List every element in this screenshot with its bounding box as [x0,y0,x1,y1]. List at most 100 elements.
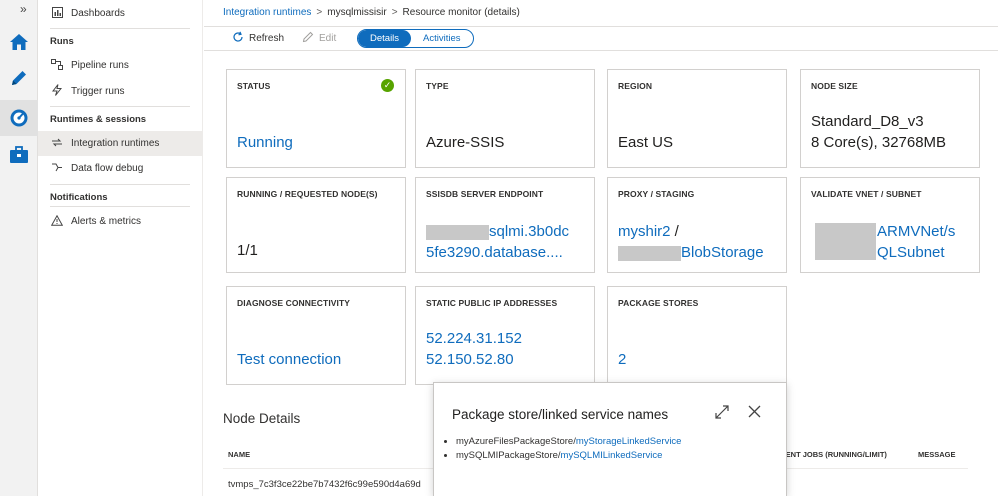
sidebar-divider [50,28,190,29]
linked-service-list: myAzureFilesPackageStore/myStorageLinked… [456,435,681,463]
test-connection-link[interactable]: Test connection [237,349,341,370]
close-icon[interactable] [748,405,761,422]
card-label: TYPE [426,81,449,91]
card-label: STATIC PUBLIC IP ADDRESSES [426,298,558,308]
region-value: East US [618,134,674,151]
nodes-value: 1/1 [237,242,258,259]
sidebar-item-label: Alerts & metrics [71,216,142,227]
section-header-runs: Runs [50,36,74,47]
ssisdb-endpoint-value[interactable]: sqlmi.3b0dc 5fe3290.database.... [426,221,569,263]
ssisdb-endpoint-part1: sqlmi.3b0dc [489,223,570,240]
integration-runtime-icon [50,137,64,151]
sidebar-item-data-flow-debug[interactable]: Data flow debug [38,156,203,181]
status-card: STATUS ✓ Running [226,69,406,168]
sidebar-divider [50,206,190,207]
success-check-icon: ✓ [381,79,394,92]
tab-activities[interactable]: Activities [411,30,472,47]
type-value: Azure-SSIS [426,134,505,151]
list-item: mySQLMIPackageStore/mySQLMILinkedService [456,449,681,463]
icon-rail: » [0,0,38,496]
node-size-value: Standard_D8_v3 8 Core(s), 32768MB [811,111,946,153]
card-label: PACKAGE STORES [618,298,699,308]
breadcrumb-separator: > [391,7,398,18]
vnet-subnet-value[interactable]: ARMVNet/s QLSubnet [877,221,955,263]
ssisdb-endpoint-card: SSISDB SERVER ENDPOINT sqlmi.3b0dc 5fe32… [415,177,595,273]
redacted-block [618,245,681,261]
breadcrumb: Integration runtimes > mysqlmissisir > Resou… [223,7,520,18]
sidebar-item-pipeline-runs[interactable]: Pipeline runs [38,53,203,78]
popup-title: Package store/linked service names [452,407,669,422]
breadcrumb-integration-runtimes[interactable]: Integration runtimes [223,7,311,18]
tab-details[interactable]: Details [358,30,412,47]
manage-toolbox-icon[interactable] [8,144,30,166]
monitor-sidebar: Dashboards Runs Pipeline runs Trigger ru… [38,0,203,496]
node-details-title: Node Details [223,411,301,426]
sidebar-item-label: Data flow debug [71,163,144,174]
breadcrumb-separator: > [316,7,323,18]
staging-link[interactable]: BlobStorage [681,244,764,261]
proxy-staging-card: PROXY / STAGING myshir2 / BlobStorage [607,177,787,273]
vnet-subnet-card: VALIDATE VNET / SUBNET ARMVNet/s QLSubne… [800,177,980,273]
proxy-staging-value: myshir2 / BlobStorage [618,221,764,263]
redacted-block [815,223,876,260]
package-stores-count[interactable]: 2 [618,349,626,370]
proxy-separator: / [670,223,679,240]
sidebar-item-alerts-metrics[interactable]: Alerts & metrics [38,209,203,234]
card-label: DIAGNOSE CONNECTIVITY [237,298,351,308]
trigger-icon [50,84,64,99]
breadcrumb-runtime-name[interactable]: mysqlmissisir [327,7,386,18]
nodes-card: RUNNING / REQUESTED NODE(S) 1/1 [226,177,406,273]
edit-button[interactable]: Edit [302,31,336,46]
sidebar-divider [50,106,190,107]
data-flow-icon [50,162,64,176]
node-name-cell: tvmps_7c3f3ce22be7b7432f6c99e590d4a69d [228,479,421,490]
vnet-part1: ARMVNet/s [877,223,956,240]
list-item: myAzureFilesPackageStore/myStorageLinked… [456,435,681,449]
static-ip-card: STATIC PUBLIC IP ADDRESSES 52.224.31.152… [415,286,595,385]
node-size-sku: Standard_D8_v3 [811,113,924,130]
region-card: REGION East US [607,69,787,168]
card-label: REGION [618,81,653,91]
diagnose-connectivity-card: DIAGNOSE CONNECTIVITY Test connection [226,286,406,385]
package-store-popup: Package store/linked service names myAzu… [433,382,787,496]
expand-icon[interactable] [715,405,729,423]
sidebar-item-label: Pipeline runs [71,60,129,71]
redacted-block [426,224,489,240]
card-label: NODE SIZE [811,81,858,91]
author-pencil-icon[interactable] [8,67,30,89]
card-label: STATUS [237,81,271,91]
column-header-name: NAME [228,450,251,459]
package-stores-card: PACKAGE STORES 2 [607,286,787,385]
proxy-link[interactable]: myshir2 [618,223,671,240]
view-toggle: Details Activities [357,29,474,48]
toolbar: Refresh Edit Details Activities [204,26,998,51]
static-ip-value: 52.224.31.152 52.150.52.80 [426,328,522,370]
refresh-button[interactable]: Refresh [232,31,284,46]
node-size-card: NODE SIZE Standard_D8_v3 8 Core(s), 3276… [800,69,980,168]
breadcrumb-current-page: Resource monitor (details) [402,7,520,18]
sidebar-item-label: Trigger runs [71,86,125,97]
type-card: TYPE Azure-SSIS [415,69,595,168]
card-label: VALIDATE VNET / SUBNET [811,189,922,199]
linked-service-link[interactable]: myStorageLinkedService [576,436,682,447]
monitor-gauge-icon[interactable] [8,107,30,129]
refresh-label: Refresh [249,33,285,44]
section-header-runtimes: Runtimes & sessions [50,114,147,125]
static-ip-2: 52.150.52.80 [426,351,514,368]
sidebar-item-integration-runtimes[interactable]: Integration runtimes [38,131,203,156]
linked-service-link[interactable]: mySQLMILinkedService [561,450,663,461]
column-header-message: MESSAGE [918,450,956,459]
expand-icon[interactable]: » [20,2,27,16]
home-icon[interactable] [8,31,30,53]
alert-warning-icon [50,214,64,229]
edit-label: Edit [319,33,337,44]
sidebar-item-dashboards[interactable]: Dashboards [38,1,203,26]
sidebar-item-trigger-runs[interactable]: Trigger runs [38,79,203,104]
card-label: RUNNING / REQUESTED NODE(S) [237,189,378,199]
status-value[interactable]: Running [237,132,293,153]
pipeline-icon [50,58,64,73]
vnet-part2: QLSubnet [877,244,945,261]
card-label: PROXY / STAGING [618,189,695,199]
dashboard-icon [50,6,64,21]
sidebar-item-label: Integration runtimes [71,138,160,149]
